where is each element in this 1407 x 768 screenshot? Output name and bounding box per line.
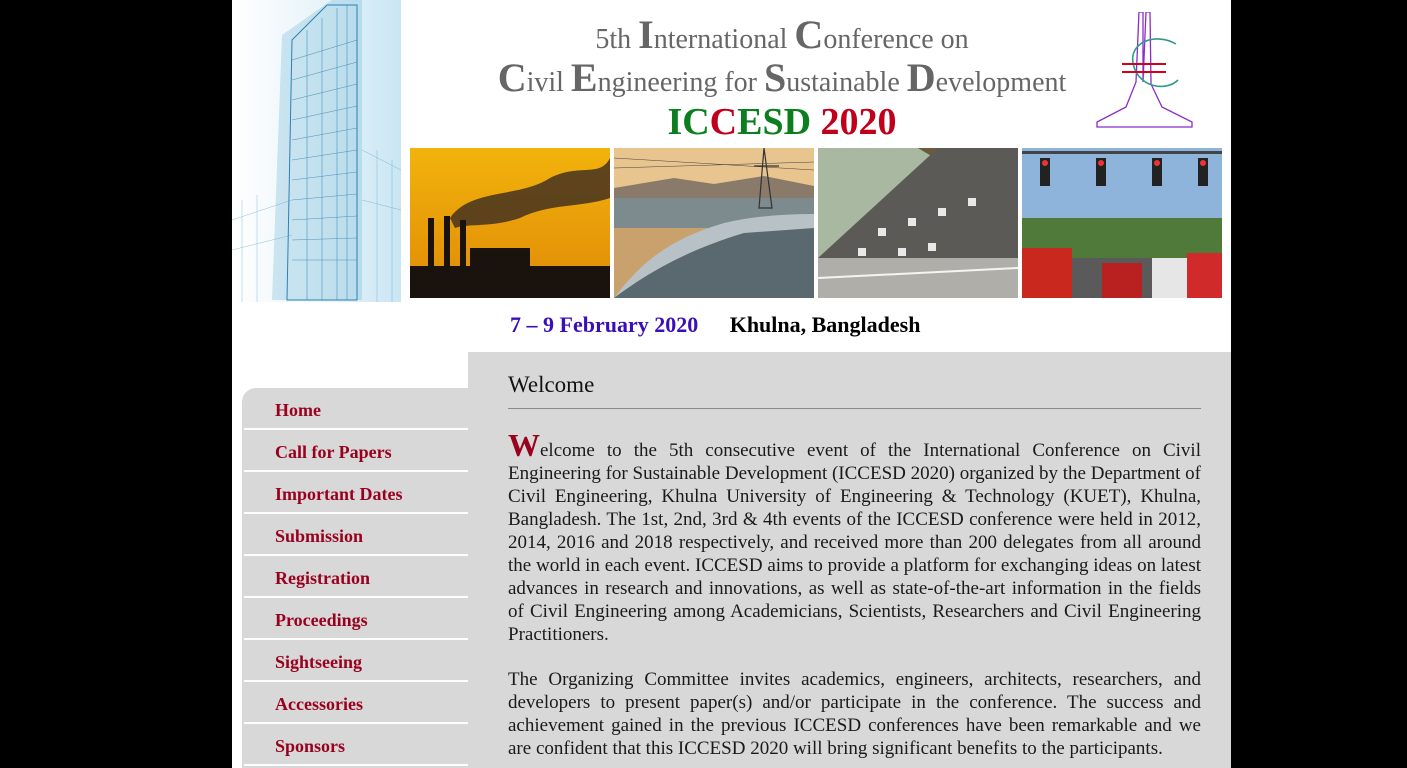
nav-important-dates[interactable]: Important Dates <box>244 472 468 514</box>
conference-logo <box>1096 12 1193 128</box>
welcome-heading: Welcome <box>508 372 1201 409</box>
title-line-2: Civil Engineering for Sustainable Develo… <box>422 58 1142 102</box>
acronym-segment: ESD <box>737 101 812 143</box>
event-location: Khulna, Bangladesh <box>729 312 921 337</box>
acronym-segment: C <box>709 101 738 143</box>
nav-sponsors[interactable]: Sponsors <box>244 724 468 766</box>
acronym-segment: IC <box>667 101 710 143</box>
nav-registration[interactable]: Registration <box>244 556 468 598</box>
nav-accessories[interactable]: Accessories <box>244 682 468 724</box>
event-date: 7 – 9 February 2020 <box>510 312 699 337</box>
title-line-2-segment: evelopment <box>935 67 1067 98</box>
nav-sightseeing[interactable]: Sightseeing <box>244 640 468 682</box>
title-line-1-segment: I <box>638 12 654 57</box>
slope-protection-photo <box>818 148 1018 298</box>
title-line-2-segment: ngineering for <box>597 67 764 98</box>
conference-acronym: ICCESD 2020 <box>422 102 1142 142</box>
sidebar-nav: Home Call for Papers Important Dates Sub… <box>242 388 468 768</box>
nav-call-for-papers[interactable]: Call for Papers <box>244 430 468 472</box>
traffic-lights-photo <box>1022 148 1222 298</box>
nav-home[interactable]: Home <box>244 388 468 430</box>
welcome-paragraph: Welcome to the 5th consecutive event of … <box>508 429 1201 646</box>
title-line-1-segment: nternational <box>653 24 795 55</box>
welcome-paragraph-text: elcome to the 5th consecutive event of t… <box>508 440 1201 645</box>
river-powerlines-photo <box>614 148 814 298</box>
acronym-segment: 2020 <box>811 101 897 143</box>
title-line-1-segment: onference on <box>823 24 969 55</box>
page-container: 5th International Conference on Civil En… <box>232 0 1231 768</box>
title-line-2-segment: S <box>764 55 787 100</box>
nav-proceedings[interactable]: Proceedings <box>244 598 468 640</box>
event-date-location: 7 – 9 February 2020 Khulna, Bangladesh <box>510 312 920 338</box>
title-line-2-segment: D <box>906 55 936 100</box>
invitation-paragraph: The Organizing Committee invites academi… <box>508 669 1201 759</box>
smokestack-sunset-photo <box>410 148 610 298</box>
title-line-2-segment: E <box>570 55 598 100</box>
building-sketch-image <box>232 0 401 302</box>
title-line-2-segment: ivil <box>526 67 571 98</box>
title-line-1-segment: C <box>794 12 824 57</box>
drop-cap: W <box>508 427 540 463</box>
title-line-2-segment: ustainable <box>786 67 907 98</box>
main-content: Welcome Welcome to the 5th consecutive e… <box>468 352 1231 768</box>
nav-submission[interactable]: Submission <box>244 514 468 556</box>
title-line-1: 5th International Conference on <box>422 15 1142 59</box>
title-line-1-segment: 5th <box>595 24 639 55</box>
title-line-2-segment: C <box>497 55 527 100</box>
conference-title: 5th International Conference on Civil En… <box>422 15 1142 143</box>
